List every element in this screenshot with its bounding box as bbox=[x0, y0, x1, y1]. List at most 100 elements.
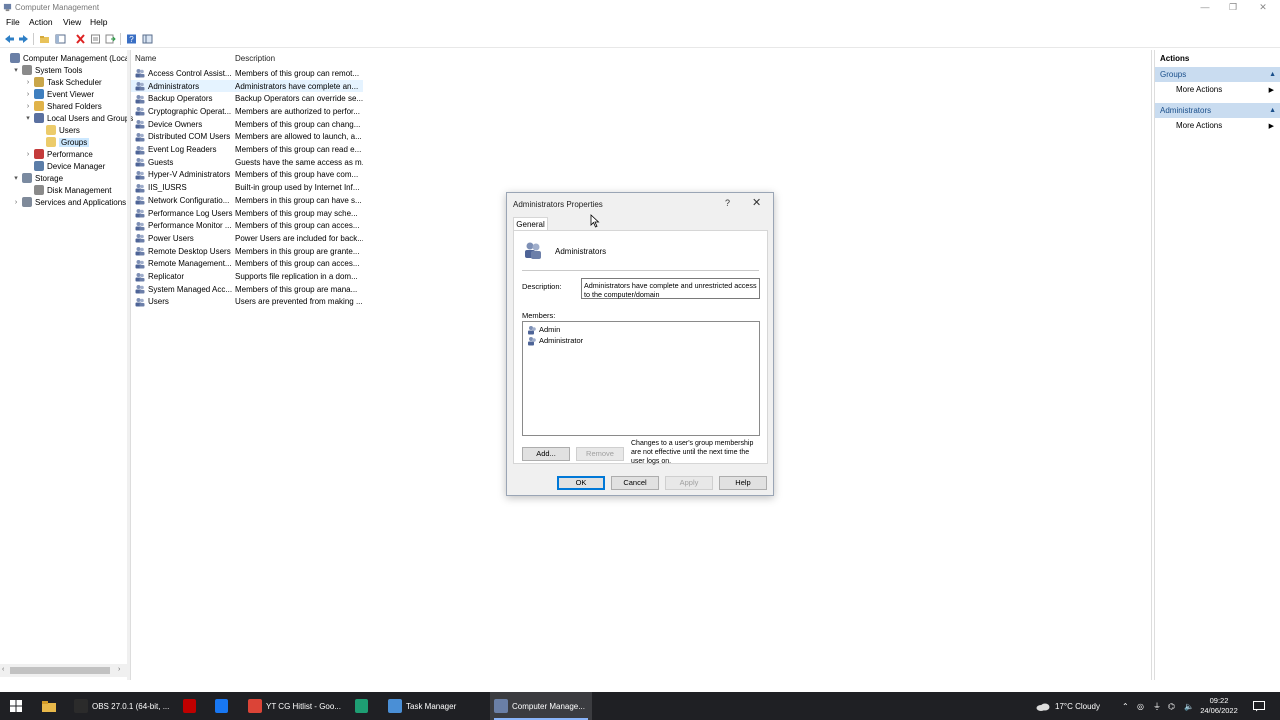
up-folder-icon[interactable] bbox=[38, 33, 51, 45]
taskbar-app[interactable]: OBS 27.0.1 (64-bit, ... bbox=[70, 692, 170, 720]
expander-icon[interactable]: › bbox=[24, 103, 32, 110]
system-clock[interactable]: 09:22 24/06/2022 bbox=[1198, 696, 1240, 716]
group-row[interactable]: Event Log Readers Members of this group c… bbox=[131, 143, 363, 156]
tab-general[interactable]: General bbox=[513, 217, 548, 231]
dialog-help-icon[interactable]: ? bbox=[725, 198, 730, 208]
column-header-name[interactable]: Name bbox=[135, 54, 156, 63]
scrollbar-thumb[interactable] bbox=[10, 667, 110, 674]
collapse-icon[interactable]: ▲ bbox=[1269, 103, 1276, 118]
dialog-close-icon[interactable]: ✕ bbox=[752, 196, 761, 209]
cancel-button[interactable]: Cancel bbox=[611, 476, 659, 490]
group-row[interactable]: Access Control Assist... Members of this … bbox=[131, 67, 363, 80]
taskbar-app[interactable]: Task Manager bbox=[384, 692, 484, 720]
obs-tray-icon[interactable]: ◎ bbox=[1137, 692, 1144, 720]
group-row[interactable]: Performance Log Users Members of this gro… bbox=[131, 207, 363, 220]
ok-button[interactable]: OK bbox=[557, 476, 605, 490]
network-icon[interactable]: ⌬ bbox=[1168, 692, 1175, 720]
tree-item[interactable]: › Performance bbox=[24, 148, 93, 160]
expander-icon[interactable]: › bbox=[12, 199, 20, 206]
tree-item[interactable]: › Services and Applications bbox=[12, 196, 126, 208]
mouse-cursor-icon bbox=[590, 214, 600, 228]
group-row[interactable]: Performance Monitor ... Members of this g… bbox=[131, 219, 363, 232]
tree-item[interactable]: Device Manager bbox=[24, 160, 105, 172]
group-row[interactable]: Hyper-V Administrators Members of this gr… bbox=[131, 169, 363, 182]
tree-item[interactable]: Groups bbox=[36, 136, 90, 148]
usb-icon[interactable]: ⏚ bbox=[1153, 692, 1161, 720]
group-row[interactable]: Network Configuratio... Members in this g… bbox=[131, 194, 363, 207]
menu-view[interactable]: View bbox=[63, 17, 81, 27]
maximize-button[interactable]: ❐ bbox=[1218, 0, 1248, 15]
group-row[interactable]: Device Owners Members of this group can c… bbox=[131, 118, 363, 131]
group-row[interactable]: Remote Management... Members of this grou… bbox=[131, 258, 363, 271]
show-hide-tree-icon[interactable] bbox=[54, 33, 67, 45]
menu-help[interactable]: Help bbox=[90, 17, 107, 27]
taskbar-app[interactable]: YT CG Hitlist - Goo... bbox=[244, 692, 344, 720]
tree-horizontal-scrollbar[interactable]: ‹ › bbox=[0, 664, 127, 677]
expander-icon[interactable]: ▾ bbox=[12, 66, 20, 74]
add-button[interactable]: Add... bbox=[522, 447, 570, 461]
group-row[interactable]: Administrators Administrators have comple… bbox=[131, 79, 363, 93]
taskbar-app[interactable] bbox=[212, 692, 232, 720]
volume-icon[interactable]: 🔈 bbox=[1184, 692, 1194, 720]
collapse-icon[interactable]: ▲ bbox=[1269, 67, 1276, 82]
group-row[interactable]: System Managed Acc... Members of this gro… bbox=[131, 283, 363, 296]
expander-icon[interactable]: › bbox=[24, 79, 32, 86]
group-row[interactable]: Backup Operators Backup Operators can ove… bbox=[131, 92, 363, 105]
more-actions-groups[interactable]: More Actions bbox=[1176, 85, 1222, 94]
export-list-icon[interactable] bbox=[104, 33, 117, 45]
mmc-view-icon[interactable] bbox=[141, 33, 154, 45]
expander-icon[interactable]: ▾ bbox=[12, 174, 20, 182]
scroll-left-icon[interactable]: ‹ bbox=[2, 666, 4, 673]
notifications-icon[interactable] bbox=[1253, 692, 1265, 720]
group-row[interactable]: Distributed COM Users Members are allowed… bbox=[131, 131, 363, 144]
group-row[interactable]: Remote Desktop Users Members in this grou… bbox=[131, 245, 363, 258]
description-field[interactable]: Administrators have complete and unrestr… bbox=[581, 278, 760, 299]
group-row[interactable]: Guests Guests have the same access as m..… bbox=[131, 156, 363, 169]
group-row[interactable]: Power Users Power Users are included for … bbox=[131, 232, 363, 245]
taskbar-app[interactable] bbox=[180, 692, 200, 720]
column-header-description[interactable]: Description bbox=[235, 54, 275, 63]
start-button[interactable] bbox=[4, 692, 28, 720]
remove-button[interactable]: Remove bbox=[576, 447, 624, 461]
tree-item[interactable]: Users bbox=[36, 124, 80, 136]
group-row[interactable]: Users Users are prevented from making ... bbox=[131, 296, 363, 309]
file-explorer-button[interactable] bbox=[38, 692, 60, 720]
group-row[interactable]: IIS_IUSRS Built-in group used by Internet… bbox=[131, 181, 363, 194]
delete-icon[interactable] bbox=[74, 33, 87, 45]
tree-item[interactable]: › Task Scheduler bbox=[24, 76, 102, 88]
taskbar-app-label: Task Manager bbox=[406, 701, 457, 711]
taskbar-app[interactable]: Computer Manage... bbox=[490, 692, 592, 720]
close-button[interactable]: ✕ bbox=[1248, 0, 1278, 15]
more-actions-administrators[interactable]: More Actions bbox=[1176, 121, 1222, 130]
taskbar-app[interactable] bbox=[352, 692, 372, 720]
scroll-right-icon[interactable]: › bbox=[118, 666, 120, 673]
properties-icon[interactable] bbox=[89, 33, 102, 45]
tree-item[interactable]: ▾ System Tools bbox=[12, 64, 82, 76]
tree-item[interactable]: › Event Viewer bbox=[24, 88, 94, 100]
expander-icon[interactable]: ▾ bbox=[24, 114, 32, 122]
tree-item[interactable]: ▾ Local Users and Groups bbox=[24, 112, 133, 124]
member-item[interactable]: Administrator bbox=[527, 335, 583, 346]
group-row[interactable]: Cryptographic Operat... Members are autho… bbox=[131, 105, 363, 118]
group-row[interactable]: Replicator Supports file replication in a… bbox=[131, 270, 363, 283]
menu-action[interactable]: Action bbox=[29, 17, 53, 27]
tree-item[interactable]: ▾ Storage bbox=[12, 172, 63, 184]
tree-item[interactable]: Computer Management (Local bbox=[0, 52, 131, 64]
weather-widget[interactable]: 17°C Cloudy bbox=[1036, 692, 1100, 720]
forward-icon[interactable] bbox=[17, 33, 30, 45]
help-icon[interactable]: ? bbox=[125, 33, 138, 45]
help-button[interactable]: Help bbox=[719, 476, 767, 490]
members-list[interactable]: Admin Administrator bbox=[522, 321, 760, 436]
menu-file[interactable]: File bbox=[6, 17, 20, 27]
minimize-button[interactable]: — bbox=[1190, 0, 1220, 15]
member-item[interactable]: Admin bbox=[527, 324, 560, 335]
actions-section-administrators[interactable]: Administrators ▲ bbox=[1155, 103, 1280, 118]
show-hidden-icons[interactable]: ⌃ bbox=[1122, 692, 1129, 720]
tree-item[interactable]: › Shared Folders bbox=[24, 100, 102, 112]
back-icon[interactable] bbox=[3, 33, 16, 45]
expander-icon[interactable]: › bbox=[24, 151, 32, 158]
actions-section-groups[interactable]: Groups ▲ bbox=[1155, 67, 1280, 82]
apply-button[interactable]: Apply bbox=[665, 476, 713, 490]
expander-icon[interactable]: › bbox=[24, 91, 32, 98]
tree-item[interactable]: Disk Management bbox=[24, 184, 111, 196]
